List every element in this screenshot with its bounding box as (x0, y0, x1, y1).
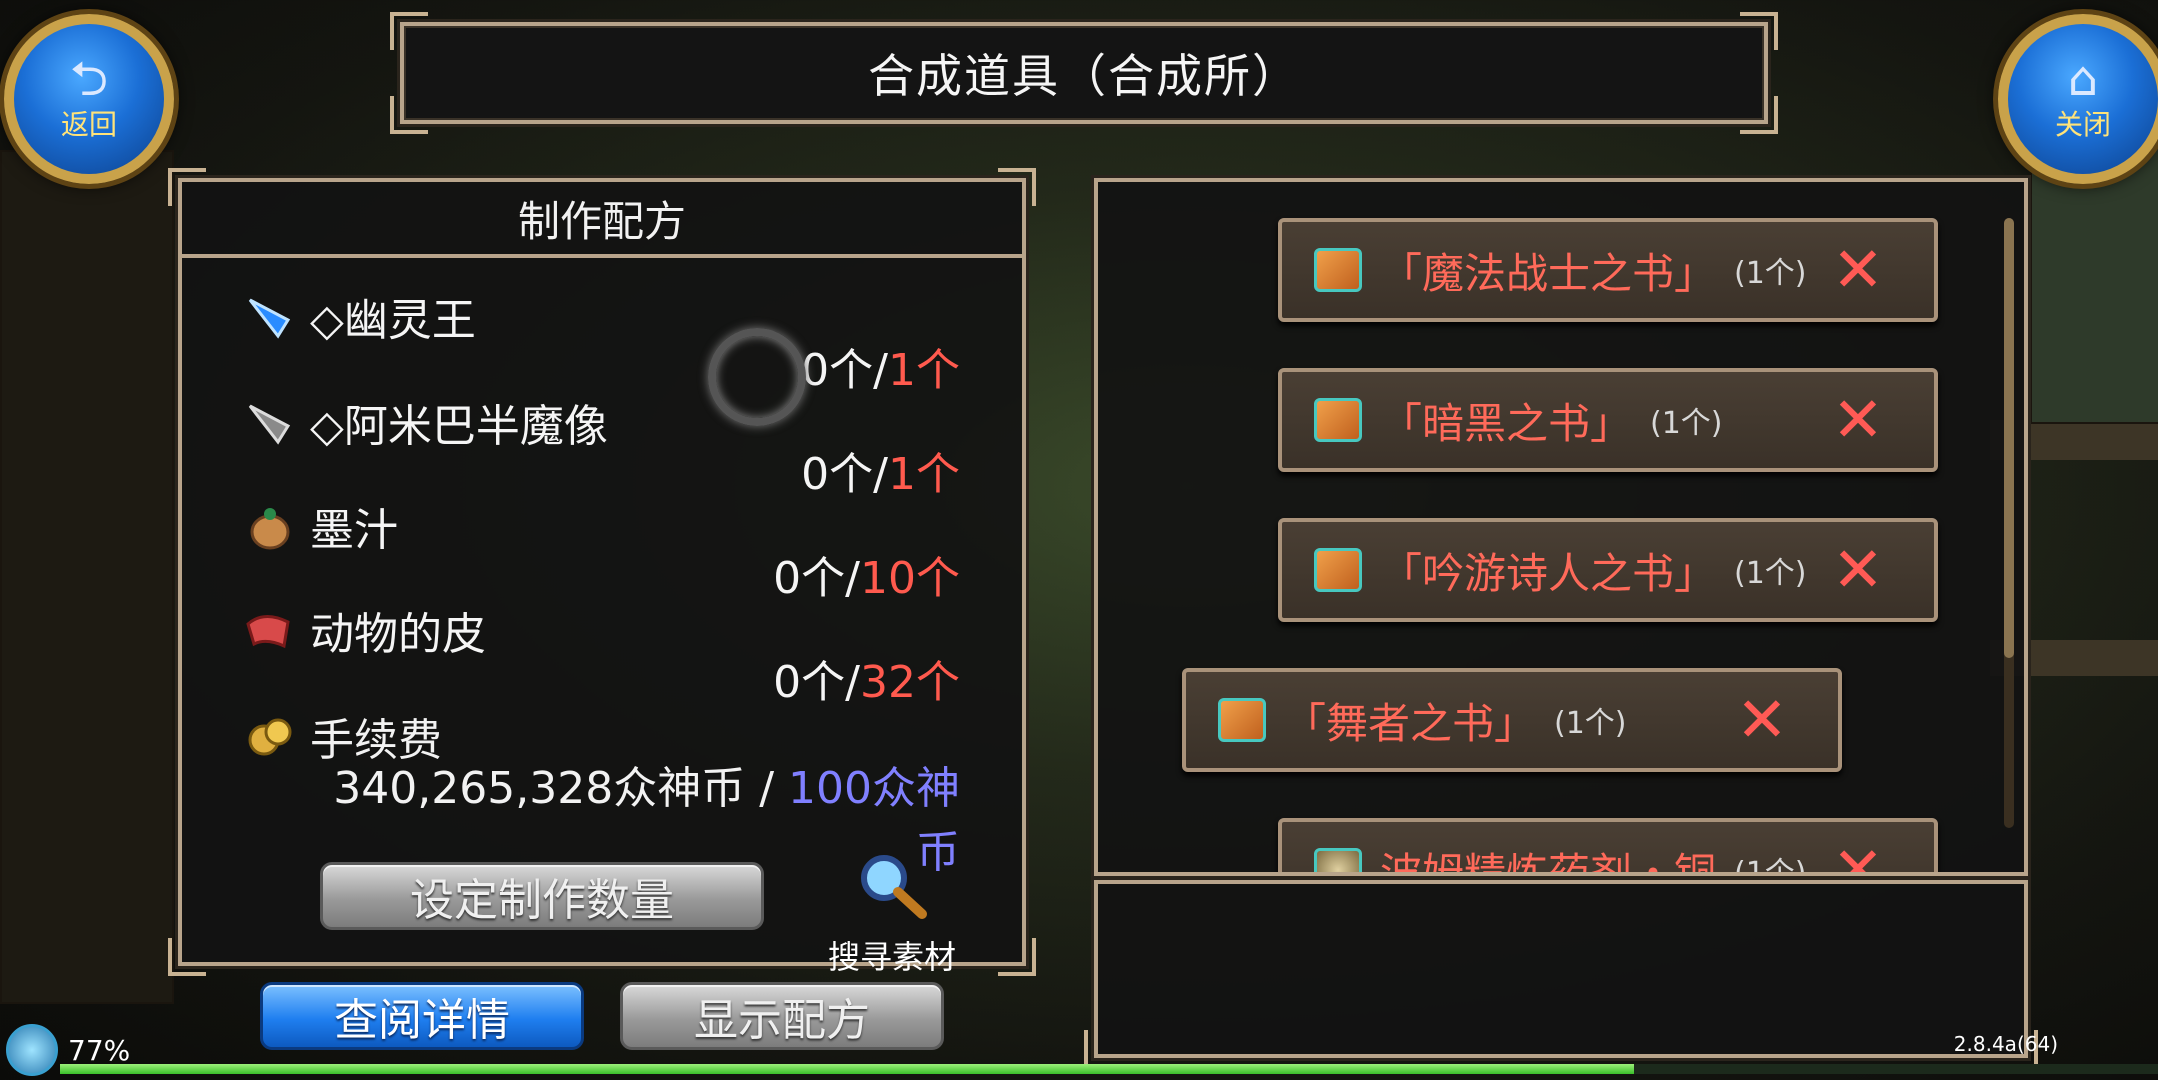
item-quantity: (1个) (1734, 856, 1807, 876)
back-button[interactable]: ⮌ 返回 (4, 14, 174, 184)
remove-item-button[interactable]: ✕ (1832, 839, 1884, 873)
item-name: 波姆精炼药剂・铜 (1380, 848, 1717, 876)
view-details-button[interactable]: 查阅详情 (260, 982, 584, 1050)
material-have: 0个/ (801, 345, 888, 396)
recipe-title: 制作配方 (182, 182, 1022, 258)
frame-corner (390, 12, 428, 50)
remove-item-button[interactable]: ✕ (1736, 689, 1788, 751)
back-button-label: 返回 (60, 108, 117, 141)
book-icon (1218, 698, 1266, 742)
material-count: 0个/1个 (801, 334, 960, 398)
material-row[interactable]: 墨汁 (244, 494, 398, 558)
blue-crystal-icon (244, 290, 296, 342)
material-row[interactable]: 动物的皮 (244, 598, 486, 662)
item-name: 「舞者之书」 (1284, 698, 1537, 748)
list-scrollbar[interactable] (2004, 218, 2014, 828)
progress-fill (60, 1064, 1634, 1074)
fee-have: 340,265,328众神币 / (333, 763, 789, 814)
frame-corner (168, 938, 206, 976)
animal-hide-icon (244, 604, 296, 656)
item-name: 「吟游诗人之书」 (1380, 548, 1717, 598)
search-materials-label: 搜寻素材 (827, 938, 956, 976)
list-item-selected[interactable]: 「舞者之书」 (1个) ✕ (1182, 668, 1842, 772)
book-icon (1314, 248, 1362, 292)
page-title: 合成道具（合成所） (868, 49, 1300, 103)
close-button[interactable]: ⌂ 关闭 (1998, 14, 2158, 184)
list-item[interactable]: 「魔法战士之书」 (1个) ✕ (1278, 218, 1938, 322)
material-row[interactable]: ◇阿米巴半魔像 (244, 390, 608, 454)
close-button-label: 关闭 (2054, 108, 2111, 141)
material-row[interactable]: ◇幽灵王 (244, 284, 476, 348)
material-name: 动物的皮 (310, 609, 486, 660)
battery-percent: 77% (68, 1033, 131, 1067)
remove-item-button[interactable]: ✕ (1832, 239, 1884, 301)
frame-corner (1740, 12, 1778, 50)
version-label: 2.8.4a(64) (1953, 1032, 2058, 1056)
frame-corner (1084, 1030, 1122, 1068)
item-name: 「暗黑之书」 (1380, 398, 1633, 448)
material-have: 0个/ (773, 657, 860, 708)
item-name: 「魔法战士之书」 (1380, 248, 1717, 298)
item-quantity: (1个) (1734, 556, 1807, 591)
potion-icon (1314, 848, 1362, 872)
scroll-thumb[interactable] (2004, 218, 2014, 658)
frame-corner (1740, 96, 1778, 134)
item-list-panel: 「魔法战士之书」 (1个) ✕ 「暗黑之书」 (1个) ✕ 「吟游诗人之书」 (… (1094, 178, 2028, 876)
gray-crystal-icon (244, 396, 296, 448)
material-name: ◇幽灵王 (310, 295, 476, 346)
frame-corner (2000, 182, 2024, 206)
coins-icon (244, 710, 296, 762)
frame-corner (1098, 182, 1122, 206)
item-quantity: (1个) (1554, 706, 1627, 741)
title-bar: 合成道具（合成所） (390, 12, 1778, 134)
recipe-panel: 制作配方 ◇幽灵王 0个/1个 ◇阿米巴半魔像 0个/1个 墨汁 0个/10个 … (168, 168, 1036, 976)
remove-item-button[interactable]: ✕ (1832, 389, 1884, 451)
show-recipe-button[interactable]: 显示配方 (620, 982, 944, 1050)
material-need: 32个 (860, 657, 960, 708)
set-quantity-button[interactable]: 设定制作数量 (320, 862, 764, 930)
material-need: 10个 (860, 553, 960, 604)
material-count: 0个/32个 (773, 646, 960, 710)
material-have: 0个/ (773, 553, 860, 604)
search-materials-button[interactable]: 搜寻素材 (802, 850, 982, 978)
progress-bar (60, 1064, 2158, 1074)
ink-bag-icon (244, 500, 296, 552)
remove-item-button[interactable]: ✕ (1832, 539, 1884, 601)
frame-corner (998, 938, 1036, 976)
list-item[interactable]: 「吟游诗人之书」 (1个) ✕ (1278, 518, 1938, 622)
material-count: 0个/10个 (773, 542, 960, 606)
material-need: 1个 (888, 449, 960, 500)
material-name: ◇阿米巴半魔像 (310, 401, 608, 452)
item-quantity: (1个) (1734, 256, 1807, 291)
back-arrow-icon: ⮌ (69, 51, 109, 107)
loading-ring-icon (708, 328, 806, 426)
material-count: 0个/1个 (801, 438, 960, 502)
item-quantity: (1个) (1650, 406, 1723, 441)
list-item[interactable]: 波姆精炼药剂・铜 (1个) ✕ (1278, 818, 1938, 876)
home-icon: ⌂ (2067, 51, 2099, 107)
background-shelf-left (0, 150, 174, 1004)
detail-panel (1084, 880, 2038, 1068)
book-icon (1314, 548, 1362, 592)
material-need: 1个 (888, 345, 960, 396)
material-name: 墨汁 (310, 505, 398, 556)
frame-corner (390, 96, 428, 134)
book-icon (1314, 398, 1362, 442)
list-item[interactable]: 「暗黑之书」 (1个) ✕ (1278, 368, 1938, 472)
battery-orb-icon (6, 1024, 58, 1076)
magnifier-icon (861, 855, 927, 919)
material-have: 0个/ (801, 449, 888, 500)
